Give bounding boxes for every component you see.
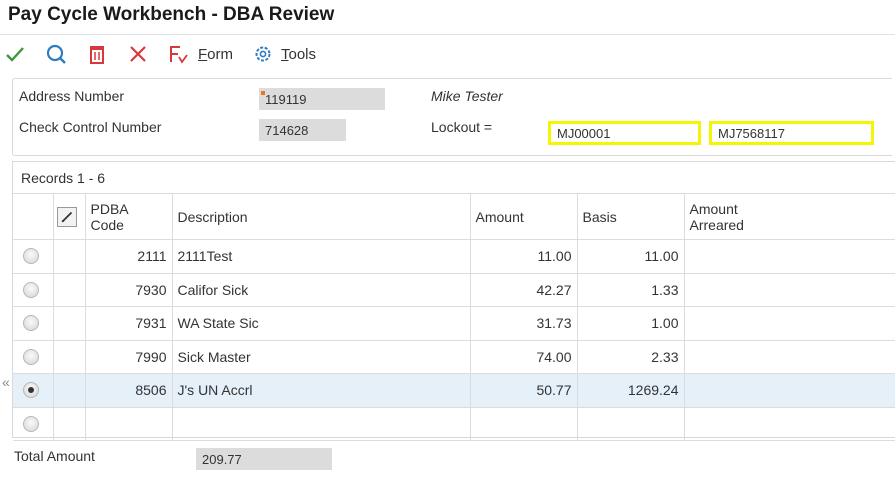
- row-select-radio[interactable]: [23, 281, 39, 298]
- amount-cell[interactable]: [470, 407, 578, 441]
- amount-cell: 11.00: [470, 239, 578, 274]
- amount-cell: 74.00: [470, 340, 578, 374]
- table-row[interactable]: 7990 Sick Master 74.00 2.33: [13, 340, 895, 374]
- description-cell[interactable]: [172, 407, 471, 441]
- amount-cell: 50.77: [470, 373, 578, 408]
- check-control-value: 714628: [265, 123, 309, 138]
- pdba-header-line1: PDBA: [90, 200, 129, 217]
- gear-icon: [255, 46, 271, 62]
- arreared-cell: [684, 239, 895, 274]
- total-amount-value: 209.77: [202, 452, 242, 467]
- page-title: Pay Cycle Workbench - DBA Review: [8, 4, 335, 25]
- form-menu-icon: [170, 46, 188, 64]
- tools-menu[interactable]: Tools: [252, 43, 316, 65]
- edit-cell: [53, 373, 86, 408]
- total-amount-field: 209.77: [196, 448, 332, 470]
- ok-check-icon[interactable]: [4, 43, 26, 65]
- edit-cell: [53, 273, 86, 307]
- cancel-close-icon[interactable]: [127, 43, 149, 65]
- arreared-header-line1: Amount: [689, 200, 738, 217]
- form-menu-label: orm: [207, 45, 234, 63]
- pdba-code-cell: 7931: [85, 306, 173, 341]
- dba-table: PDBA Code Description Amount Basis Amount…: [13, 193, 895, 441]
- description-cell: WA State Sic: [172, 306, 471, 341]
- amount-arreared-header[interactable]: Amount Arreared: [684, 193, 895, 240]
- select-column-header: [13, 193, 54, 240]
- edit-cell: [53, 407, 86, 441]
- description-cell: J's UN Accrl: [172, 373, 471, 408]
- records-count: Records 1 - 6: [21, 170, 106, 186]
- basis-cell: 1.00: [577, 306, 685, 341]
- check-control-label: Check Control Number: [19, 119, 162, 135]
- toolbar: Form Tools: [0, 34, 895, 70]
- pdba-code-cell: 2111: [85, 239, 173, 274]
- edit-column-header[interactable]: [53, 193, 86, 240]
- address-number-label: Address Number: [19, 88, 125, 104]
- table-row[interactable]: 7931 WA State Sic 31.73 1.00: [13, 306, 895, 341]
- arreared-cell: [684, 373, 895, 408]
- amount-header[interactable]: Amount: [470, 193, 578, 240]
- records-grid: Records 1 - 6 PDBA Code Description Amou…: [12, 161, 895, 441]
- check-control-field[interactable]: 714628: [259, 119, 346, 141]
- pdba-code-cell: 7990: [85, 340, 173, 374]
- lockout-field-1[interactable]: MJ00001: [548, 121, 701, 145]
- header-panel: Address Number 119119 Mike Tester Check …: [12, 78, 892, 156]
- address-number-value: 119119: [265, 92, 307, 107]
- description-cell: Califor Sick: [172, 273, 471, 307]
- basis-cell[interactable]: [577, 407, 685, 441]
- basis-cell: 11.00: [577, 239, 685, 274]
- edit-cell: [53, 340, 86, 374]
- basis-header[interactable]: Basis: [577, 193, 685, 240]
- edit-cell: [53, 306, 86, 341]
- basis-cell: 1269.24: [577, 373, 685, 408]
- pdba-header-line2: Code: [90, 216, 124, 233]
- amount-cell: 42.27: [470, 273, 578, 307]
- arreared-cell: [684, 306, 895, 341]
- search-icon[interactable]: [45, 43, 67, 65]
- row-select-radio[interactable]: [23, 348, 39, 365]
- table-row-empty[interactable]: [13, 407, 895, 441]
- table-header-row: PDBA Code Description Amount Basis Amount…: [13, 193, 895, 240]
- row-select-radio[interactable]: [23, 415, 39, 432]
- edit-cell: [53, 239, 86, 274]
- description-cell: Sick Master: [172, 340, 471, 374]
- pdba-code-cell: 7930: [85, 273, 173, 307]
- tools-menu-label: ools: [288, 45, 317, 63]
- lockout-value-1: MJ00001: [557, 126, 611, 141]
- pdba-code-cell: 8506: [85, 373, 173, 408]
- tools-menu-underline: T: [281, 45, 289, 63]
- arreared-cell: [684, 340, 895, 374]
- address-number-field[interactable]: 119119: [259, 88, 385, 110]
- table-row-selected[interactable]: 8506 J's UN Accrl 50.77 1269.24: [13, 373, 895, 408]
- row-select-radio[interactable]: [23, 248, 39, 265]
- basis-cell: 2.33: [577, 340, 685, 374]
- lockout-label: Lockout =: [431, 119, 493, 135]
- form-menu-underline: F: [198, 45, 208, 63]
- pdba-code-cell[interactable]: [85, 407, 173, 441]
- description-header[interactable]: Description: [172, 193, 471, 240]
- form-menu[interactable]: Form: [167, 43, 233, 65]
- collapse-chevron-icon[interactable]: «: [2, 374, 10, 390]
- pdba-code-header[interactable]: PDBA Code: [85, 193, 173, 240]
- total-amount-label: Total Amount: [14, 448, 95, 464]
- lockout-value-2: MJ7568117: [718, 126, 785, 141]
- row-select-radio[interactable]: [23, 315, 39, 332]
- description-cell: 2111Test: [172, 239, 471, 274]
- lockout-field-2[interactable]: MJ7568117: [709, 121, 874, 145]
- required-marker: [261, 91, 265, 95]
- row-select-radio-checked[interactable]: [23, 382, 39, 399]
- table-row[interactable]: 2111 2111Test 11.00 11.00: [13, 239, 895, 274]
- arreared-cell[interactable]: [684, 407, 895, 441]
- amount-cell: 31.73: [470, 306, 578, 341]
- employee-name: Mike Tester: [431, 88, 503, 104]
- table-row[interactable]: 7930 Califor Sick 42.27 1.33: [13, 273, 895, 307]
- delete-trash-icon[interactable]: [86, 43, 108, 65]
- arreared-header-line2: Arreared: [689, 216, 744, 233]
- row-edit-icon: [56, 206, 77, 227]
- basis-cell: 1.33: [577, 273, 685, 307]
- arreared-cell: [684, 273, 895, 307]
